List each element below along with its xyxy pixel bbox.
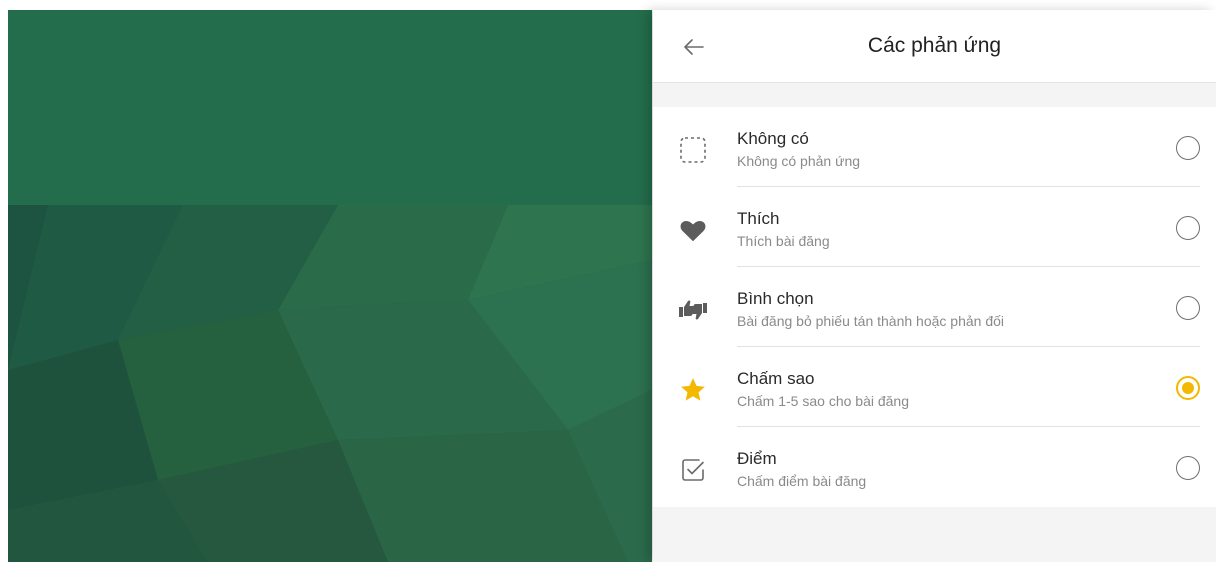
- reaction-list: Không có Không có phản ứng Thích Thích b…: [653, 107, 1216, 507]
- reaction-option-vote[interactable]: Bình chọn Bài đăng bỏ phiếu tán thành ho…: [653, 267, 1216, 347]
- reaction-option-like[interactable]: Thích Thích bài đăng: [653, 187, 1216, 267]
- heart-icon: [677, 215, 709, 245]
- background-pattern: [8, 10, 652, 562]
- screen: Các phản ứng Không có Không có phản ứng: [0, 0, 1216, 562]
- reaction-description: Thích bài đăng: [737, 233, 830, 249]
- reaction-option-score[interactable]: Điểm Chấm điểm bài đăng: [653, 427, 1216, 507]
- reaction-description: Không có phản ứng: [737, 153, 861, 169]
- reaction-label: Chấm sao: [737, 369, 815, 388]
- reaction-option-none[interactable]: Không có Không có phản ứng: [653, 107, 1216, 187]
- radio-button[interactable]: [1176, 136, 1200, 160]
- reaction-label: Điểm: [737, 449, 777, 468]
- star-icon: [677, 375, 709, 405]
- page-title: Các phản ứng: [867, 34, 1002, 57]
- reaction-label: Bình chọn: [737, 289, 814, 308]
- reaction-description: Chấm 1-5 sao cho bài đăng: [737, 393, 909, 409]
- radio-button[interactable]: [1176, 216, 1200, 240]
- checkbox-icon: [677, 455, 709, 485]
- radio-button[interactable]: [1176, 296, 1200, 320]
- radio-button-selected[interactable]: [1176, 376, 1200, 400]
- reaction-label: Thích: [737, 209, 780, 228]
- panel-header: Các phản ứng: [653, 10, 1216, 83]
- dashed-square-icon: [677, 135, 709, 165]
- vote-thumbs-icon: [677, 295, 709, 325]
- reaction-description: Chấm điểm bài đăng: [737, 473, 867, 489]
- reactions-panel: Các phản ứng Không có Không có phản ứng: [653, 10, 1216, 562]
- reaction-option-star-rating[interactable]: Chấm sao Chấm 1-5 sao cho bài đăng: [653, 347, 1216, 427]
- reaction-description: Bài đăng bỏ phiếu tán thành hoặc phản đố…: [737, 313, 1005, 329]
- radio-button[interactable]: [1176, 456, 1200, 480]
- reaction-label: Không có: [737, 129, 809, 148]
